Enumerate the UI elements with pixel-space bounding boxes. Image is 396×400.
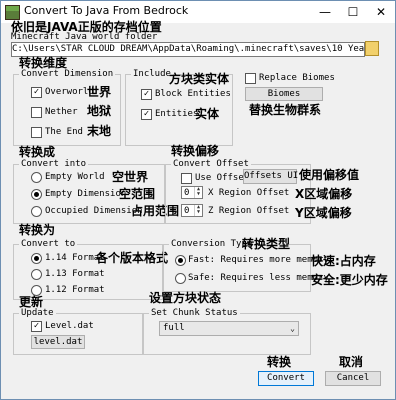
annotation-offset: 转换偏移 xyxy=(171,144,220,158)
spinner-arrows-icon[interactable]: ▲ ▼ xyxy=(194,205,202,216)
format-113-radio[interactable] xyxy=(31,269,42,280)
chunk-status-select[interactable]: full ⌄ xyxy=(159,321,299,336)
annotation-convert-to: 转换为 xyxy=(19,223,56,237)
block-entities-label: Block Entities xyxy=(155,89,231,99)
entities-label: Entities xyxy=(155,109,199,119)
the-end-checkbox[interactable] xyxy=(31,127,42,138)
overworld-checkbox[interactable]: ✓ xyxy=(31,87,42,98)
x-offset-value: 0 xyxy=(184,188,190,198)
annotation-convert-into: 转换成 xyxy=(19,145,56,159)
annotation-dimension: 转换维度 xyxy=(19,56,68,70)
level-dat-checkbox[interactable]: ✓ xyxy=(31,321,42,332)
spinner-arrows-icon[interactable]: ▲ ▼ xyxy=(194,187,202,198)
grass-block-icon xyxy=(5,5,20,20)
z-offset-label: Z Region Offset xyxy=(208,206,290,216)
entities-checkbox[interactable]: ✓ xyxy=(141,109,152,120)
empty-world-label: Empty World xyxy=(45,172,105,182)
biomes-button[interactable]: Biomes xyxy=(245,87,323,101)
use-offset-checkbox[interactable] xyxy=(181,173,192,184)
level-dat-label: Level.dat xyxy=(45,321,94,331)
annotation-convert: 转换 xyxy=(267,355,292,369)
converter-window: Convert To Java From Bedrock — ☐ ✕ 依旧是JA… xyxy=(0,0,396,400)
annotation-biomes: 替换生物群系 xyxy=(249,103,322,117)
block-entities-checkbox[interactable]: ✓ xyxy=(141,89,152,100)
empty-dimension-radio[interactable] xyxy=(31,189,42,200)
format-112-label: 1.12 Format xyxy=(45,285,105,295)
level-dat-button[interactable]: level.dat xyxy=(31,335,85,349)
fast-label: Fast: Requires more memory xyxy=(188,255,329,265)
annotation-formats: 各个版本格式 xyxy=(96,251,169,265)
annotation-block-entities: 方块类实体 xyxy=(169,72,230,86)
the-end-label: The End xyxy=(45,127,83,137)
nether-label: Nether xyxy=(45,107,78,117)
convert-into-title: Convert into xyxy=(19,159,89,170)
annotation-entities: 实体 xyxy=(195,107,220,121)
convert-dimension-title: Convert Dimension xyxy=(19,69,116,80)
format-113-label: 1.13 Format xyxy=(45,269,105,279)
offsets-ui-button[interactable]: Offsets UI xyxy=(243,169,298,184)
annotation-conversion-type: 转换类型 xyxy=(242,237,291,251)
annotation-chunk-status: 设置方块状态 xyxy=(149,291,222,305)
z-offset-spinner[interactable]: 0 ▲ ▼ xyxy=(181,204,203,217)
browse-folder-icon[interactable] xyxy=(365,41,379,56)
annotation-empty-world: 空世界 xyxy=(112,170,149,184)
annotation-fast: 快速:占内存 xyxy=(311,254,376,268)
fast-radio[interactable] xyxy=(175,255,186,266)
cancel-button[interactable]: Cancel xyxy=(325,371,381,386)
world-folder-input[interactable]: C:\Users\STAR CLOUD DREAM\AppData\Roamin… xyxy=(11,42,365,57)
conversion-type-group xyxy=(163,244,311,292)
x-offset-spinner[interactable]: 0 ▲ ▼ xyxy=(181,186,203,199)
nether-checkbox[interactable] xyxy=(31,107,42,118)
use-offset-label: Use Offset xyxy=(195,173,250,183)
chunk-status-value: full xyxy=(163,323,185,333)
replace-biomes-label: Replace Biomes xyxy=(259,73,335,83)
annotation-nether: 地狱 xyxy=(87,104,112,118)
chunk-status-title: Set Chunk Status xyxy=(149,308,240,319)
annotation-the-end: 末地 xyxy=(87,124,112,138)
annotation-update: 更新 xyxy=(19,295,44,309)
minimize-button[interactable]: — xyxy=(311,1,339,23)
convert-to-title: Convert to xyxy=(19,239,78,250)
maximize-button[interactable]: ☐ xyxy=(339,1,367,23)
annotation-use-offset: 使用偏移值 xyxy=(299,168,360,182)
window-title: Convert To Java From Bedrock xyxy=(24,4,189,17)
annotation-empty-dimension: 空范围 xyxy=(119,187,156,201)
convert-button[interactable]: Convert xyxy=(258,371,314,386)
occupied-dimension-radio[interactable] xyxy=(31,206,42,217)
z-offset-value: 0 xyxy=(184,206,190,216)
annotation-z-offset: Y区域偏移 xyxy=(295,206,352,220)
empty-world-radio[interactable] xyxy=(31,172,42,183)
convert-offset-title: Convert Offset xyxy=(171,159,251,170)
empty-dimension-label: Empty Dimension xyxy=(45,189,127,199)
safe-label: Safe: Requires less memory xyxy=(188,273,329,283)
safe-radio[interactable] xyxy=(175,273,186,284)
replace-biomes-checkbox[interactable] xyxy=(245,73,256,84)
close-button[interactable]: ✕ xyxy=(367,1,395,23)
occupied-dimension-label: Occupied Dimension xyxy=(45,206,143,216)
annotation-overworld: 世界 xyxy=(87,85,112,99)
annotation-x-offset: X区域偏移 xyxy=(295,187,353,201)
include-title: Include xyxy=(131,69,173,80)
chevron-down-icon: ⌄ xyxy=(290,324,295,333)
x-offset-label: X Region Offset xyxy=(208,188,290,198)
annotation-safe: 安全:更少内存 xyxy=(311,273,388,287)
update-title: Update xyxy=(19,308,56,319)
format-114-radio[interactable] xyxy=(31,253,42,264)
annotation-cancel: 取消 xyxy=(339,355,364,369)
